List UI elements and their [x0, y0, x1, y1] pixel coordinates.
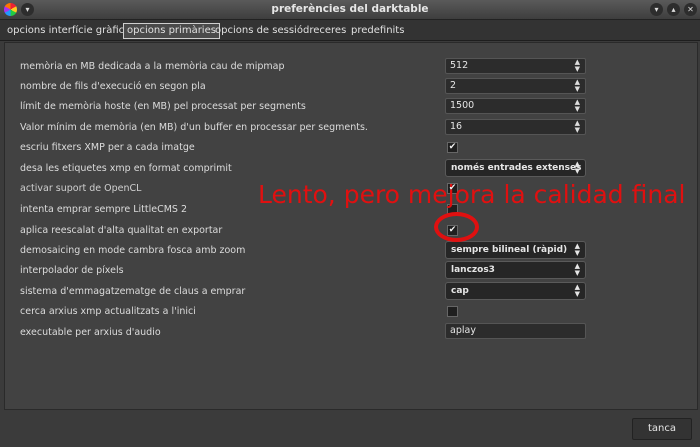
littlecms-label: intenta emprar sempre LittleCMS 2 — [20, 204, 188, 215]
threads-spinner[interactable]: 2 ▲ ▼ — [445, 78, 586, 94]
dropdown-arrows-icon: ▲ ▼ — [574, 262, 580, 277]
dropdown-arrows-icon: ▲ ▼ — [574, 160, 580, 175]
compress-xmp-dropdown[interactable]: només entrades extenses ▲ ▼ — [445, 159, 586, 177]
scan-xmp-label: cerca arxius xmp actualitzats a l'inici — [20, 306, 196, 317]
upscale-label: aplica reescalat d'alta qualitat en expo… — [20, 225, 223, 236]
keyring-dropdown[interactable]: cap ▲ ▼ — [445, 282, 586, 300]
spinner-arrows-icon[interactable]: ▲ ▼ — [575, 120, 580, 134]
threads-value: 2 — [450, 80, 457, 91]
min-buffer-spinner[interactable]: 16 ▲ ▼ — [445, 119, 586, 135]
interpolator-value: lanczos3 — [451, 265, 495, 275]
tab-bar: opcions interfície gràfica opcions primà… — [0, 20, 700, 41]
spinner-arrows-icon[interactable]: ▲ ▼ — [575, 99, 580, 113]
close-icon[interactable]: ✕ — [684, 3, 697, 16]
interpolator-label: interpolador de píxels — [20, 265, 124, 276]
write-xmp-checkbox[interactable]: ✔ — [447, 142, 458, 153]
keyring-value: cap — [451, 286, 469, 296]
dropdown-arrows-icon: ▲ ▼ — [574, 283, 580, 298]
dropdown-arrows-icon: ▲ ▼ — [574, 242, 580, 257]
annotation-circle — [434, 212, 479, 242]
scan-xmp-checkbox[interactable] — [447, 306, 458, 317]
spinner-arrows-icon[interactable]: ▲ ▼ — [575, 79, 580, 93]
write-xmp-label: escriu fitxers XMP per a cada imatge — [20, 142, 195, 153]
keyring-label: sistema d'emmagatzematge de claus a empr… — [20, 286, 246, 297]
spinner-arrows-icon[interactable]: ▲ ▼ — [575, 59, 580, 73]
tab-primary[interactable]: opcions primàries — [123, 23, 220, 39]
min-buffer-value: 16 — [450, 121, 463, 132]
threads-label: nombre de fils d'execució en segon pla — [20, 81, 206, 92]
audio-value: aplay — [450, 325, 476, 336]
mipmap-value: 512 — [450, 60, 469, 71]
compress-xmp-value: només entrades extenses — [451, 163, 582, 173]
host-memory-spinner[interactable]: 1500 ▲ ▼ — [445, 98, 586, 114]
audio-label: executable per arxius d'audio — [20, 327, 161, 338]
host-memory-value: 1500 — [450, 100, 475, 111]
tab-session[interactable]: opcions de sessió — [212, 23, 306, 39]
opencl-label: activar suport de OpenCL — [20, 183, 142, 194]
demosaic-value: sempre bilineal (ràpid) — [451, 245, 568, 255]
close-button[interactable]: tanca — [632, 418, 692, 440]
maximize-icon[interactable]: ▴ — [667, 3, 680, 16]
compress-xmp-label: desa les etiquetes xmp en format comprim… — [20, 163, 232, 174]
minimize-icon[interactable]: ▾ — [650, 3, 663, 16]
demosaic-label: demosaicing en mode cambra fosca amb zoo… — [20, 245, 246, 256]
tab-interface[interactable]: opcions interfície gràfica — [4, 23, 133, 39]
tab-shortcuts[interactable]: dreceres — [300, 23, 349, 39]
demosaic-dropdown[interactable]: sempre bilineal (ràpid) ▲ ▼ — [445, 241, 586, 259]
min-buffer-label: Valor mínim de memòria (en MB) d'un buff… — [20, 122, 368, 133]
mipmap-spinner[interactable]: 512 ▲ ▼ — [445, 58, 586, 74]
host-memory-label: límit de memòria hoste (en MB) pel proce… — [20, 101, 306, 112]
interpolator-dropdown[interactable]: lanczos3 ▲ ▼ — [445, 261, 586, 279]
audio-input[interactable]: aplay — [445, 323, 586, 339]
tab-presets[interactable]: predefinits — [348, 23, 407, 39]
title-bar: ▾ preferències del darktable ▾ ▴ ✕ — [0, 0, 700, 20]
mipmap-label: memòria en MB dedicada a la memòria cau … — [20, 61, 285, 72]
annotation-text: Lento, pero mejora la calidad final — [258, 180, 686, 209]
window-title: preferències del darktable — [271, 3, 429, 15]
